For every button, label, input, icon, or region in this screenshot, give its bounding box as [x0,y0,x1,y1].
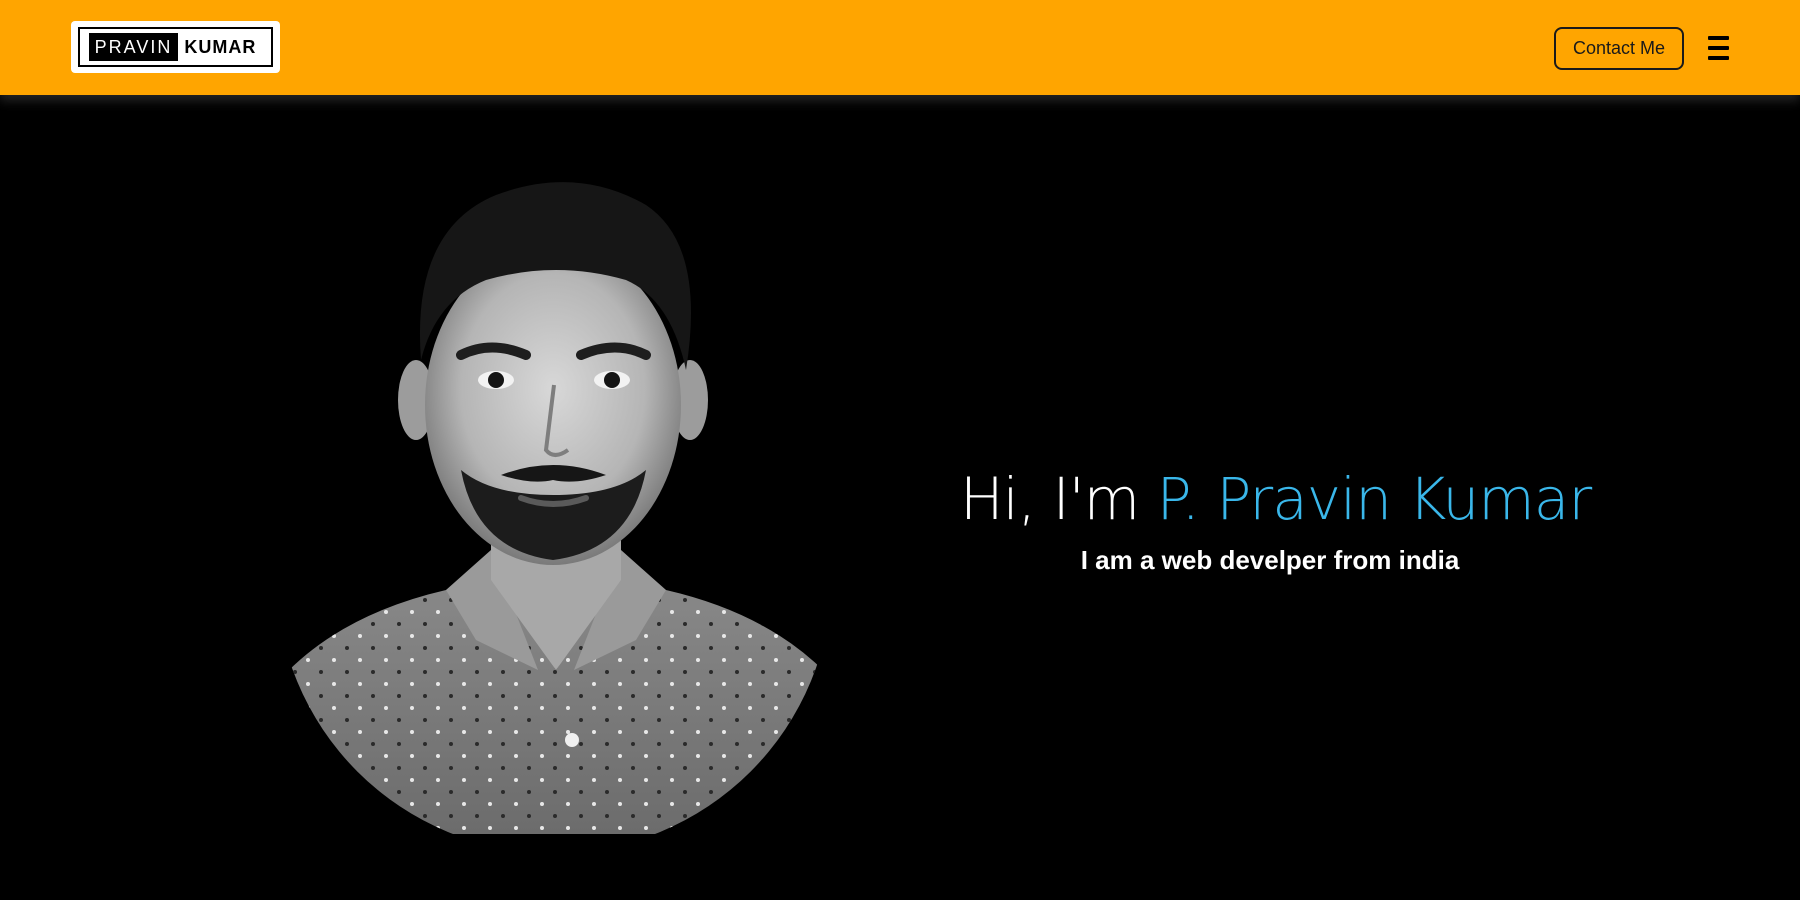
logo-text-first: PRAVIN [88,33,179,61]
menu-bar-top [1708,36,1729,40]
site-header: PRAVIN KUMAR Contact Me [0,0,1800,95]
menu-bar-bottom [1708,56,1729,60]
hero-greeting: Hi, I'm P. Pravin Kumar [960,460,1592,538]
profile-photo [276,182,832,834]
hamburger-menu-icon[interactable] [1708,33,1732,63]
logo-frame: PRAVIN KUMAR [78,27,273,67]
contact-me-button[interactable]: Contact Me [1554,27,1684,70]
hero-name: P. Pravin Kumar [1156,465,1593,533]
menu-bar-middle [1708,46,1729,50]
greeting-prefix: Hi, I'm [960,465,1157,533]
logo-text-second: KUMAR [184,37,257,57]
hero-tagline: I am a web develper from india [1080,545,1460,575]
site-logo[interactable]: PRAVIN KUMAR [71,21,280,73]
